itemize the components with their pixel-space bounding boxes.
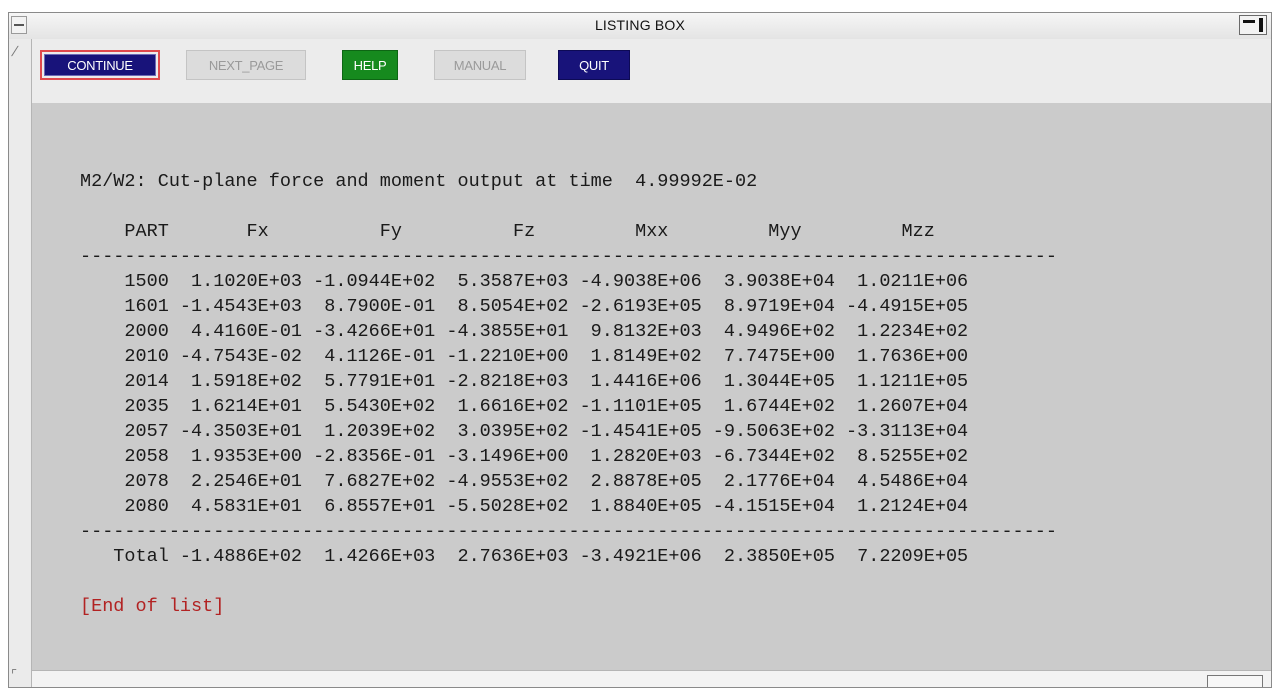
corner-grip-icon: ⌜ [11,667,18,682]
continue-button-label: CONTINUE [44,54,156,76]
left-rail: / ⌜ [9,39,32,687]
title-bar[interactable]: LISTING BOX [9,13,1271,40]
minimize-maximize-icon[interactable] [1239,15,1267,35]
table-row: 2000 4.4160E-01 -3.4266E+01 -4.3855E+01 … [80,321,969,342]
table-row: 2035 1.6214E+01 5.5430E+02 1.6616E+02 -1… [80,396,969,417]
column-header-row: PART Fx Fy Fz Mxx Myy Mzz [80,221,991,242]
divider-line: ----------------------------------------… [80,521,1057,542]
manual-button[interactable]: MANUAL [434,50,526,80]
next-page-button[interactable]: NEXT_PAGE [186,50,306,80]
listing-area[interactable]: M2/W2: Cut-plane force and moment output… [32,103,1271,671]
table-row: 2010 -4.7543E-02 4.1126E-01 -1.2210E+00 … [80,346,969,367]
quit-button[interactable]: QUIT [558,50,630,80]
table-row: 2058 1.9353E+00 -2.8356E-01 -3.1496E+00 … [80,446,969,467]
end-of-list-text: [End of list] [80,596,225,617]
divider-line: ----------------------------------------… [80,246,1057,267]
listing-text: M2/W2: Cut-plane force and moment output… [80,169,1057,619]
table-row: 1601 -1.4543E+03 8.7900E-01 8.5054E+02 -… [80,296,969,317]
resize-grip-icon[interactable] [1207,675,1263,687]
table-row: 1500 1.1020E+03 -1.0944E+02 5.3587E+03 -… [80,271,969,292]
table-row: 2078 2.2546E+01 7.6827E+02 -4.9553E+02 2… [80,471,969,492]
continue-button[interactable]: CONTINUE [40,50,160,80]
listing-box-window: LISTING BOX / ⌜ CONTINUE NEXT_PAGE HELP … [8,12,1272,688]
bottom-strip [32,670,1271,687]
listing-heading: M2/W2: Cut-plane force and moment output… [80,171,758,192]
rail-slash-icon: / [10,43,20,59]
help-button[interactable]: HELP [342,50,398,80]
toolbar: CONTINUE NEXT_PAGE HELP MANUAL QUIT [32,39,1271,103]
table-row: 2080 4.5831E+01 6.8557E+01 -5.5028E+02 1… [80,496,969,517]
table-row: 2014 1.5918E+02 5.7791E+01 -2.8218E+03 1… [80,371,969,392]
total-row: Total -1.4886E+02 1.4266E+03 2.7636E+03 … [80,546,969,567]
table-row: 2057 -4.3503E+01 1.2039E+02 3.0395E+02 -… [80,421,969,442]
window-title: LISTING BOX [594,17,686,33]
